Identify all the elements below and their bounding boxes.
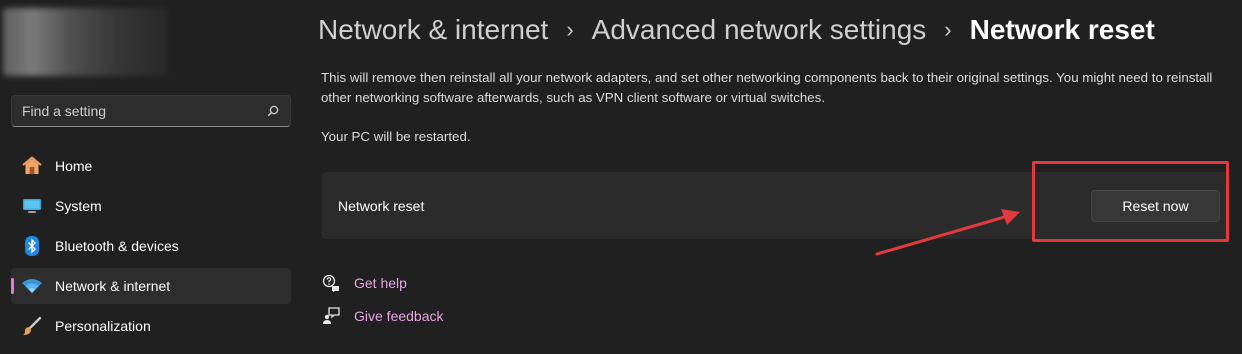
sidebar-item-label: Network & internet [55,278,171,294]
help-chat-icon [320,272,342,294]
feedback-icon [320,305,342,327]
give-feedback-label[interactable]: Give feedback [354,308,444,324]
get-help-link[interactable]: Get help [320,272,407,294]
chevron-right-icon: › [566,17,574,42]
sidebar-item-bluetooth-devices[interactable]: Bluetooth & devices [11,228,291,264]
breadcrumb-network-internet[interactable]: Network & internet [318,14,548,46]
home-icon [21,155,43,177]
sidebar-item-system[interactable]: System [11,188,291,224]
bluetooth-icon [21,235,43,257]
account-avatar[interactable] [3,8,168,76]
chevron-right-icon: › [944,17,952,42]
page-title: Network reset [969,14,1155,45]
brush-icon [21,315,43,337]
give-feedback-link[interactable]: Give feedback [320,305,444,327]
sidebar-nav: Home System Bluetooth & devices Network … [11,148,291,348]
sidebar-item-label: Bluetooth & devices [55,238,179,254]
reset-now-button[interactable]: Reset now [1091,190,1220,222]
reset-description: This will remove then reinstall all your… [321,70,1213,105]
search-box[interactable] [11,95,291,127]
get-help-label[interactable]: Get help [354,275,407,291]
sidebar-item-label: Personalization [55,318,151,334]
restart-note: Your PC will be restarted. [321,129,471,144]
breadcrumb-advanced-network-settings[interactable]: Advanced network settings [592,14,927,46]
search-input[interactable] [22,103,266,119]
wifi-icon [21,275,43,297]
sidebar-item-personalization[interactable]: Personalization [11,308,291,344]
breadcrumb: Network & internet › Advanced network se… [318,12,1155,48]
network-reset-card: Network reset Reset now [322,172,1230,239]
sidebar-item-label: System [55,198,102,214]
sidebar-item-network-internet[interactable]: Network & internet [11,268,291,304]
sidebar: Home System Bluetooth & devices Network … [0,0,300,354]
sidebar-item-home[interactable]: Home [11,148,291,184]
network-reset-label: Network reset [338,197,425,214]
sidebar-item-label: Home [55,158,93,174]
search-icon[interactable] [266,104,280,118]
system-icon [21,195,43,217]
